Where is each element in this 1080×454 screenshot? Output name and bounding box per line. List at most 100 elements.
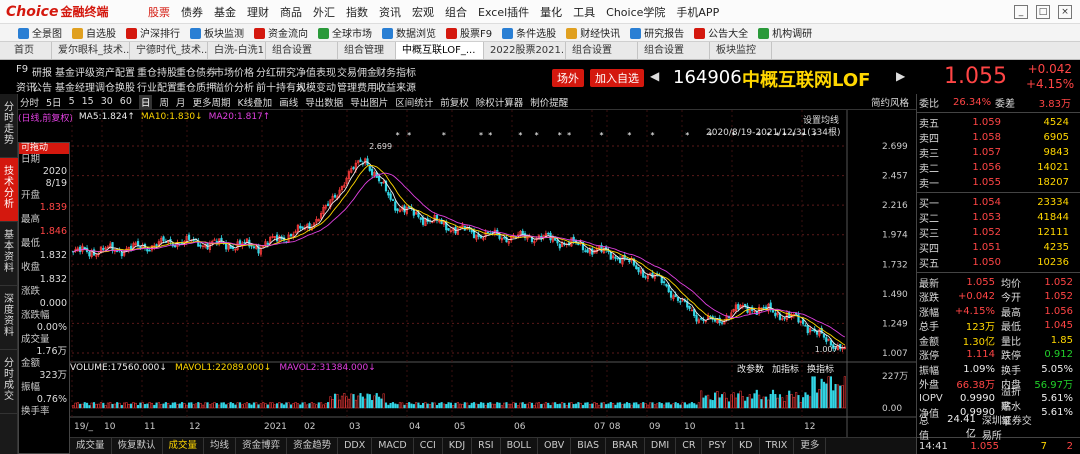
- bid-row[interactable]: 买四 1.051 4235: [917, 240, 1080, 255]
- menu-item-12[interactable]: 工具: [573, 4, 595, 20]
- header-link[interactable]: 市场价格: [214, 64, 254, 79]
- event-marker[interactable]: *: [783, 131, 787, 140]
- chart-tool-0[interactable]: 分时: [20, 95, 39, 109]
- tab-10[interactable]: 板块监控: [710, 42, 772, 59]
- chart-tool-18[interactable]: 简约风格: [871, 95, 909, 109]
- event-marker[interactable]: *: [757, 131, 761, 140]
- toolbar-item-1[interactable]: 自选股: [72, 25, 116, 40]
- chart-tool-15[interactable]: 前复权: [440, 95, 469, 109]
- indicator-tab-6[interactable]: DDX: [338, 438, 373, 454]
- chart-tool-14[interactable]: 区间统计: [395, 95, 433, 109]
- header-link[interactable]: 净值表现: [296, 64, 336, 79]
- event-marker[interactable]: *: [801, 131, 805, 140]
- indicator-tab-3[interactable]: 均线: [204, 438, 237, 454]
- prev-icon[interactable]: ◀: [650, 69, 659, 83]
- chart-tool-12[interactable]: 导出数据: [305, 95, 343, 109]
- indicator-tab-18[interactable]: KD: [733, 438, 760, 454]
- candlestick-chart[interactable]: 2.699 2.457 2.216 1.974 1.732 1.490 1.249 1.007…: [70, 110, 916, 437]
- ask-row[interactable]: 卖三 1.057 9843: [917, 145, 1080, 160]
- chart-tool-17[interactable]: 制价提醒: [530, 95, 568, 109]
- event-marker[interactable]: *: [518, 131, 522, 140]
- left-nav-2[interactable]: 基本资料: [0, 222, 18, 286]
- event-marker[interactable]: *: [708, 131, 712, 140]
- indicator-tab-1[interactable]: 恢复默认: [112, 438, 163, 454]
- chart-tool-10[interactable]: K线叠加: [237, 95, 272, 109]
- header-link[interactable]: 调仓换股: [95, 79, 135, 94]
- close-icon[interactable]: ×: [1058, 5, 1072, 19]
- chart-tool-8[interactable]: 月: [176, 95, 186, 109]
- toolbar-item-11[interactable]: 公告大全: [694, 25, 748, 40]
- event-marker[interactable]: *: [792, 131, 796, 140]
- left-nav-4[interactable]: 分时成交: [0, 350, 18, 414]
- bid-row[interactable]: 买三 1.052 12111: [917, 225, 1080, 240]
- outside-market-button[interactable]: 场外: [552, 69, 584, 87]
- bid-row[interactable]: 买五 1.050 10236: [917, 255, 1080, 270]
- header-link[interactable]: 基金经理: [55, 79, 95, 94]
- tab-1[interactable]: 爱尔眼科_技术...: [52, 42, 130, 59]
- bid-row[interactable]: 买二 1.053 41844: [917, 210, 1080, 225]
- tab-2[interactable]: 宁德时代_技术...: [130, 42, 208, 59]
- chart-tool-3[interactable]: 15: [82, 96, 94, 107]
- tab-8[interactable]: 组合设置: [566, 42, 638, 59]
- menu-item-14[interactable]: 手机APP: [676, 4, 719, 20]
- header-link[interactable]: 规模变动: [296, 79, 336, 94]
- header-link[interactable]: 交易佣金: [337, 64, 377, 79]
- menu-item-9[interactable]: 组合: [445, 4, 467, 20]
- menu-item-11[interactable]: 量化: [540, 4, 562, 20]
- chart-tool-4[interactable]: 30: [101, 96, 113, 107]
- menu-item-6[interactable]: 指数: [346, 4, 368, 20]
- toolbar-item-2[interactable]: 沪深排行: [126, 25, 180, 40]
- tab-7[interactable]: 2022股票2021...: [484, 42, 566, 59]
- indicator-tab-7[interactable]: MACD: [372, 438, 414, 454]
- volume-op-1[interactable]: 加指标: [772, 362, 799, 375]
- bar-info-panel[interactable]: 可拖动 日期 2020 8/19 开盘 1.839 最高 1.846 最低 1.832 收盘 1.8…: [18, 142, 70, 454]
- event-marker[interactable]: *: [407, 131, 411, 140]
- header-link[interactable]: 分红研究: [256, 64, 296, 79]
- event-marker[interactable]: *: [627, 131, 631, 140]
- left-nav-1[interactable]: 技术分析: [0, 158, 18, 222]
- event-marker[interactable]: *: [396, 131, 400, 140]
- event-marker[interactable]: *: [442, 131, 446, 140]
- indicator-tab-19[interactable]: TRIX: [760, 438, 795, 454]
- toolbar-item-9[interactable]: 财经快讯: [566, 25, 620, 40]
- header-link[interactable]: 重仓质押: [176, 79, 216, 94]
- indicator-tab-14[interactable]: BRAR: [606, 438, 645, 454]
- header-link[interactable]: 公告: [32, 79, 52, 94]
- header-link[interactable]: 财务指标: [376, 64, 416, 79]
- event-marker[interactable]: *: [813, 131, 817, 140]
- chart-tool-16[interactable]: 除权计算器: [476, 95, 524, 109]
- header-link[interactable]: 研报: [32, 64, 52, 79]
- header-link[interactable]: 重仓持股: [137, 64, 177, 79]
- menu-item-13[interactable]: Choice学院: [606, 4, 665, 20]
- add-watchlist-button[interactable]: 加入自选: [590, 69, 644, 87]
- ask-row[interactable]: 卖二 1.056 14021: [917, 160, 1080, 175]
- header-link[interactable]: 管理费用: [337, 79, 377, 94]
- menu-item-4[interactable]: 商品: [280, 4, 302, 20]
- event-marker[interactable]: *: [776, 131, 780, 140]
- menu-item-8[interactable]: 宏观: [412, 4, 434, 20]
- ask-row[interactable]: 卖一 1.055 18207: [917, 175, 1080, 190]
- indicator-tab-10[interactable]: RSI: [472, 438, 501, 454]
- volume-op-2[interactable]: 换指标: [807, 362, 834, 375]
- chart-tool-7[interactable]: 周: [159, 95, 169, 109]
- event-marker[interactable]: *: [766, 131, 770, 140]
- indicator-tab-4[interactable]: 资金博弈: [236, 438, 288, 454]
- chart-tool-6[interactable]: 日: [138, 94, 153, 109]
- volume-op-0[interactable]: 改参数: [737, 362, 764, 375]
- indicator-tab-0[interactable]: 成交量: [70, 438, 112, 454]
- event-marker[interactable]: *: [651, 131, 655, 140]
- tab-5[interactable]: 组合管理: [338, 42, 396, 59]
- toolbar-item-5[interactable]: 全球市场: [318, 25, 372, 40]
- tab-9[interactable]: 组合设置: [638, 42, 710, 59]
- bid-row[interactable]: 买一 1.054 23334: [917, 195, 1080, 210]
- menu-item-5[interactable]: 外汇: [313, 4, 335, 20]
- indicator-tab-17[interactable]: PSY: [702, 438, 734, 454]
- toolbar-item-12[interactable]: 机构调研: [758, 25, 812, 40]
- menu-item-10[interactable]: Excel插件: [478, 4, 529, 20]
- indicator-tab-20[interactable]: 更多: [794, 438, 827, 454]
- header-link[interactable]: 溢价分析: [214, 79, 254, 94]
- indicator-tab-16[interactable]: CR: [676, 438, 703, 454]
- minimize-icon[interactable]: _: [1014, 5, 1028, 19]
- tab-4[interactable]: 组合设置: [266, 42, 338, 59]
- maximize-icon[interactable]: □: [1036, 5, 1050, 19]
